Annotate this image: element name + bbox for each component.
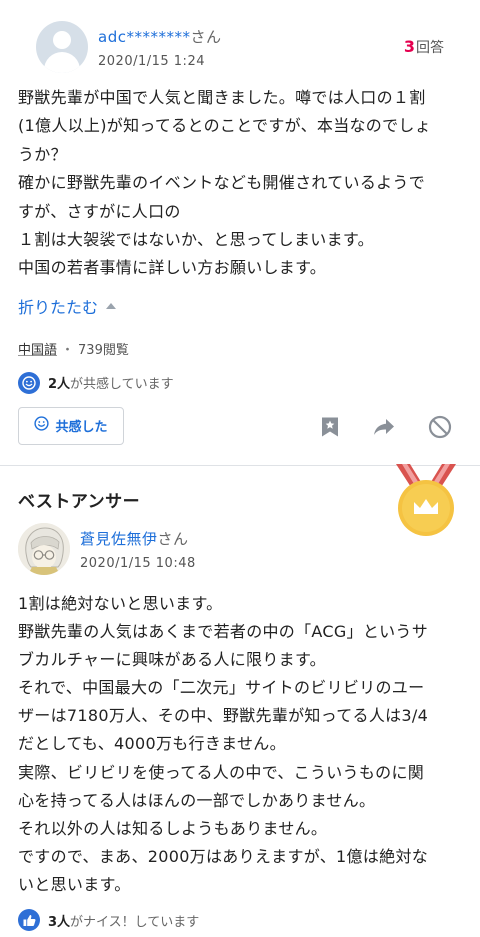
answer-count-number: 3: [403, 37, 415, 56]
empathy-text: が共感しています: [70, 377, 174, 393]
questioner-honorific: さん: [190, 28, 222, 46]
answer-line: それ以外の人は知るしようもありません。: [18, 818, 328, 838]
answer-line: 実際、ビリビリを使ってる人の中で、こういうものに関: [18, 762, 425, 782]
questioner-name-text[interactable]: adc********: [98, 28, 190, 46]
answerer-honorific: さん: [157, 530, 189, 548]
answerer-name-text[interactable]: 蒼見佐無伊: [80, 530, 158, 548]
collapse-link[interactable]: 折りたたむ: [18, 291, 462, 321]
answer-line: いと思います。: [18, 874, 131, 894]
question-header: adc********さん 2020/1/15 1:24 3回答: [18, 0, 462, 78]
answer-date: 2020/1/15 10:48: [80, 556, 196, 571]
question-line: 確かに野獣先輩のイベントなども開催されているようで: [18, 173, 426, 193]
question-meta: 中国語 ・ 739閲覧: [18, 339, 462, 359]
smile-icon: [18, 371, 40, 394]
empathy-summary: 2人 が共感しています: [18, 371, 462, 395]
question-line: うか？: [18, 144, 67, 164]
view-count: 739閲覧: [78, 343, 129, 359]
question-date: 2020/1/15 1:24: [98, 54, 205, 69]
answerer-avatar[interactable]: [18, 523, 70, 575]
answer-count-label: 回答: [416, 40, 444, 56]
answer-line: 1割は絶対ないと思います。: [18, 594, 223, 613]
empathy-button-label[interactable]: 共感した: [55, 416, 107, 435]
question-line: 野獣先輩が中国で人気と聞きました。噂では人口の１割: [18, 88, 426, 107]
nice-text: がナイス！しています: [70, 914, 200, 930]
share-icon[interactable]: [372, 415, 396, 439]
question-card: adc********さん 2020/1/15 1:24 3回答 野獣先輩が中国…: [0, 0, 480, 447]
medal-icon: [390, 464, 462, 538]
answerer-name[interactable]: 蒼見佐無伊さん: [80, 528, 189, 549]
answer-line: ブカルチャーに興味がある人に限ります。: [18, 650, 326, 670]
best-answer-title: ベストアンサー: [18, 492, 141, 512]
answer-body: 1割は絶対ないと思います。 野獣先輩の人気はあくまで若者の中の「ACG」というサ…: [18, 590, 428, 899]
question-line: すが、さすがに人口の: [18, 201, 181, 221]
chevron-up-icon: [106, 302, 117, 309]
category-link[interactable]: 中国語: [18, 339, 57, 358]
questioner-name[interactable]: adc********さん: [98, 26, 221, 47]
smile-outline-icon: [34, 416, 50, 435]
nice-count: 3人: [48, 914, 71, 930]
answer-line: ですので、まあ、2000万はありえますが、1億は絶対な: [18, 846, 429, 866]
bookmark-icon[interactable]: [318, 415, 342, 439]
empathy-button[interactable]: 共感した: [18, 406, 124, 445]
answer-line: それで、中国最大の「二次元」サイトのビリビリのユー: [18, 678, 425, 698]
nice-summary: 3人 がナイス！しています: [18, 908, 199, 932]
block-icon[interactable]: [428, 415, 452, 439]
thumbs-up-icon: [18, 909, 40, 931]
question-line: １割は大袈裟ではないか、と思ってしまいます。: [18, 230, 374, 250]
question-actions: 共感した: [18, 406, 462, 447]
answer-line: 心を持ってる人はほんの一部でしかありません。: [18, 790, 376, 810]
empathy-count: 2人: [48, 377, 71, 393]
answer-line: ザーは7180万人、その中、野獣先輩が知ってる人は3/4: [18, 706, 429, 726]
questioner-avatar[interactable]: [36, 21, 88, 73]
answer-count[interactable]: 3回答: [404, 37, 444, 57]
meta-separator: ・: [61, 343, 75, 359]
answer-line: だとしても、4000万も行きません。: [18, 734, 286, 754]
collapse-label[interactable]: 折りたたむ: [18, 294, 98, 318]
question-line: (1億人以上)が知ってるとのことですが、本当なのでしょ: [18, 116, 432, 136]
answer-line: 野獣先輩の人気はあくまで若者の中の「ACG」というサ: [18, 622, 429, 642]
question-body: 野獣先輩が中国で人気と聞きました。噂では人口の１割 (1億人以上)が知ってるとの…: [18, 78, 462, 283]
best-answer-card: ベストアンサー 蒼見佐無伊さん 2020/1/15 10:48 1割は絶対ないと…: [0, 464, 480, 937]
question-line: 中国の若者事情に詳しい方お願いします。: [18, 258, 327, 278]
